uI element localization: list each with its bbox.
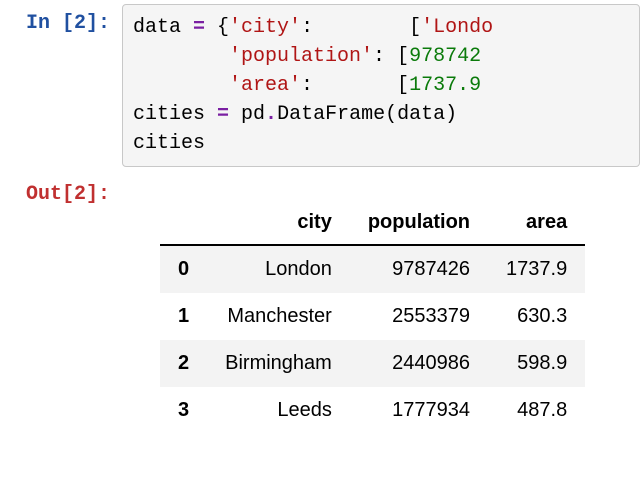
header-index (160, 201, 207, 245)
cell-area: 1737.9 (488, 245, 585, 293)
cell-population: 9787426 (350, 245, 488, 293)
cell-city: Manchester (207, 293, 350, 340)
cell-city: London (207, 245, 350, 293)
input-cell: In [2]: data = {'city': ['Londo 'populat… (0, 0, 640, 171)
input-body: data = {'city': ['Londo 'population': [9… (122, 4, 640, 167)
code-string: 'area' (229, 74, 301, 97)
cell-city: Birmingham (207, 340, 350, 387)
row-index: 3 (160, 387, 207, 434)
code-text: data (133, 16, 193, 39)
header-population: population (350, 201, 488, 245)
code-text (133, 45, 229, 68)
code-text: pd (229, 103, 265, 126)
code-text: cities (133, 103, 217, 126)
code-text: : [ (301, 74, 409, 97)
cell-population: 1777934 (350, 387, 488, 434)
row-index: 0 (160, 245, 207, 293)
header-city: city (207, 201, 350, 245)
code-text: cities (133, 132, 205, 155)
code-text (133, 74, 229, 97)
table-row: 3 Leeds 1777934 487.8 (160, 387, 585, 434)
output-cell: Out[2]: city population area 0 London 97 (0, 171, 640, 438)
table-header-row: city population area (160, 201, 585, 245)
code-text: { (205, 16, 229, 39)
cell-city: Leeds (207, 387, 350, 434)
dataframe-table: city population area 0 London 9787426 17… (160, 201, 585, 434)
code-dot: . (265, 103, 277, 126)
output-body: city population area 0 London 9787426 17… (122, 175, 640, 434)
cell-population: 2440986 (350, 340, 488, 387)
table-row: 1 Manchester 2553379 630.3 (160, 293, 585, 340)
code-string: 'Londo (421, 16, 493, 39)
code-text: : [ (373, 45, 409, 68)
dataframe-output: city population area 0 London 9787426 17… (122, 175, 640, 434)
table-row: 0 London 9787426 1737.9 (160, 245, 585, 293)
row-index: 1 (160, 293, 207, 340)
code-block[interactable]: data = {'city': ['Londo 'population': [9… (122, 4, 640, 167)
code-operator: = (217, 103, 229, 126)
table-row: 2 Birmingham 2440986 598.9 (160, 340, 585, 387)
code-number: 1737.9 (409, 74, 481, 97)
cell-area: 598.9 (488, 340, 585, 387)
code-text: DataFrame(data) (277, 103, 457, 126)
header-area: area (488, 201, 585, 245)
output-prompt: Out[2]: (0, 175, 122, 206)
code-string: 'population' (229, 45, 373, 68)
cell-area: 487.8 (488, 387, 585, 434)
code-text: : [ (301, 16, 421, 39)
cell-area: 630.3 (488, 293, 585, 340)
input-prompt: In [2]: (0, 4, 122, 35)
cell-population: 2553379 (350, 293, 488, 340)
code-number: 978742 (409, 45, 481, 68)
row-index: 2 (160, 340, 207, 387)
code-operator: = (193, 16, 205, 39)
code-string: 'city' (229, 16, 301, 39)
